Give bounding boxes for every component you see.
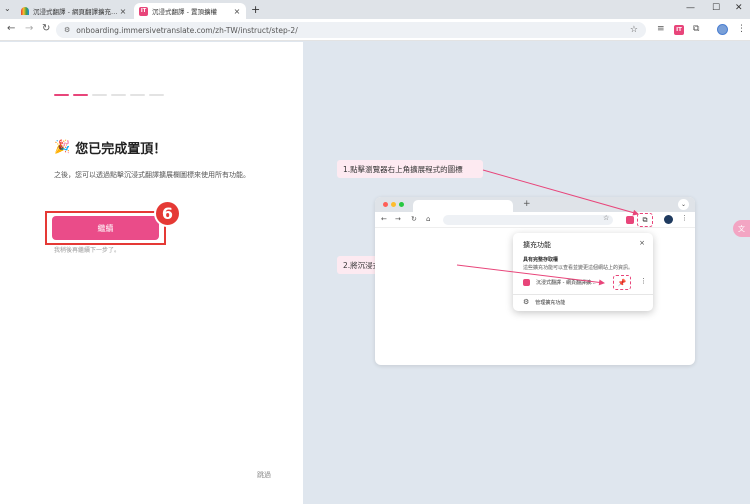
it-extension-icon: [626, 216, 634, 224]
instruction-callout-1: 1.點擊瀏覽器右上角擴展程式的圖標: [337, 160, 483, 178]
back-arrow-icon[interactable]: ←: [7, 23, 15, 34]
progress-step: [54, 94, 69, 96]
skip-link[interactable]: 跳過: [257, 470, 271, 480]
mini-tab: [413, 200, 513, 212]
window-close-icon[interactable]: ✕: [735, 3, 743, 13]
rainbow-favicon-icon: [21, 7, 29, 15]
green-dot-icon: [399, 202, 404, 207]
progress-step: [73, 94, 88, 96]
progress-step: [130, 94, 145, 96]
continue-button[interactable]: 繼續: [52, 216, 159, 240]
red-dot-icon: [383, 202, 388, 207]
profile-avatar[interactable]: [717, 24, 728, 35]
manage-extensions-row: ⚙ 管理擴充功能: [523, 298, 565, 306]
extensions-puzzle-icon[interactable]: ⧉: [693, 24, 699, 34]
close-icon[interactable]: ×: [119, 7, 127, 16]
back-arrow-icon: ←: [381, 215, 387, 223]
tab-title: 沉浸式翻譯 - 置頂擴權: [152, 8, 217, 16]
it-logo-icon: IT: [139, 6, 148, 16]
reading-list-icon[interactable]: ≡: [657, 24, 665, 34]
address-bar[interactable]: ⚙ onboarding.immersivetranslate.com/zh-T…: [56, 22, 646, 38]
reload-icon: ↻: [411, 215, 417, 223]
close-icon: ×: [639, 239, 645, 247]
extensions-popup: 擴充功能 × 具有完整存取權 這些擴充功能可以查看並變更這個網站上的資訊。 沉浸…: [513, 233, 653, 311]
kebab-menu-icon: ⋮: [640, 277, 647, 285]
progress-step: [111, 94, 126, 96]
forward-arrow-icon: →: [395, 215, 401, 223]
page-title: 🎉 您已完成置頂！: [54, 138, 166, 157]
yellow-dot-icon: [391, 202, 396, 207]
reload-icon[interactable]: ↻: [42, 23, 50, 34]
manage-extensions-label: 管理擴充功能: [535, 299, 566, 306]
home-icon: ⌂: [426, 215, 431, 223]
url-text: onboarding.immersivetranslate.com/zh-TW/…: [76, 25, 298, 35]
profile-avatar: [664, 215, 673, 224]
site-info-icon[interactable]: ⚙: [64, 26, 70, 34]
forward-arrow-icon[interactable]: →: [25, 23, 33, 34]
popup-subtitle: 具有完整存取權: [523, 257, 559, 263]
browser-tab-2[interactable]: IT 沉浸式翻譯 - 置頂擴權 ×: [134, 3, 246, 19]
close-icon[interactable]: ×: [233, 7, 241, 16]
description-text: 之後，您可以透過點擊沉浸式翻譯擴展欄圖標來使用所有功能。: [54, 171, 250, 179]
pin-icon: 📌: [613, 275, 631, 290]
party-popper-icon: 🎉: [54, 140, 71, 155]
browser-tab-1[interactable]: 沉浸式翻譯 - 網頁翻譯擴充 | PDF ×: [16, 3, 132, 19]
floating-translate-icon[interactable]: 文: [733, 220, 750, 237]
chevron-down-icon: ⌄: [678, 199, 689, 210]
extension-row: 沉浸式翻譯 - 網頁翻譯擴... 📌 ⋮: [519, 275, 647, 291]
maximize-icon[interactable]: ☐: [712, 3, 720, 13]
mini-toolbar: ← → ↻ ⌂ ☆ ⧉ ⋮: [375, 212, 695, 228]
minimize-icon[interactable]: —: [686, 3, 695, 13]
plus-icon: +: [523, 199, 531, 209]
it-extension-icon[interactable]: IT: [674, 25, 684, 35]
onboarding-left-panel: 🎉 您已完成置頂！ 之後，您可以透過點擊沉浸式翻譯擴展欄圖標來使用所有功能。 繼…: [0, 42, 303, 504]
browser-tab-strip: ⌄ 沉浸式翻譯 - 網頁翻譯擴充 | PDF × IT 沉浸式翻譯 - 置頂擴權…: [0, 0, 750, 19]
bookmark-star-icon: ☆: [603, 214, 610, 222]
step-number-badge: 6: [154, 200, 181, 227]
popup-title: 擴充功能: [523, 241, 551, 249]
mini-tab-strip: + ⌄: [375, 197, 695, 212]
later-link[interactable]: 我稍後再繼續下一步了。: [54, 245, 120, 254]
mini-address-bar: [443, 215, 613, 225]
tab-title: 沉浸式翻譯 - 網頁翻譯擴充 | PDF: [33, 8, 119, 16]
kebab-menu-icon[interactable]: ⋮: [737, 24, 746, 34]
kebab-menu-icon: ⋮: [681, 214, 688, 222]
progress-step: [149, 94, 164, 96]
divider: [513, 294, 653, 295]
browser-toolbar: ← → ↻ ⚙ onboarding.immersivetranslate.co…: [0, 19, 750, 41]
progress-step: [92, 94, 107, 96]
extensions-puzzle-icon: ⧉: [637, 213, 653, 227]
bookmark-star-icon[interactable]: ☆: [630, 25, 638, 35]
popup-note: 這些擴充功能可以查看並變更這個網站上的資訊。: [523, 265, 634, 271]
it-extension-icon: [523, 279, 530, 286]
tab-search-icon[interactable]: ⌄: [4, 4, 11, 13]
page-title-text: 您已完成置頂！: [75, 142, 167, 157]
step-progress: [54, 94, 164, 96]
gear-icon: ⚙: [523, 298, 530, 306]
new-tab-button[interactable]: +: [251, 3, 260, 16]
extension-name: 沉浸式翻譯 - 網頁翻譯擴...: [536, 280, 596, 286]
